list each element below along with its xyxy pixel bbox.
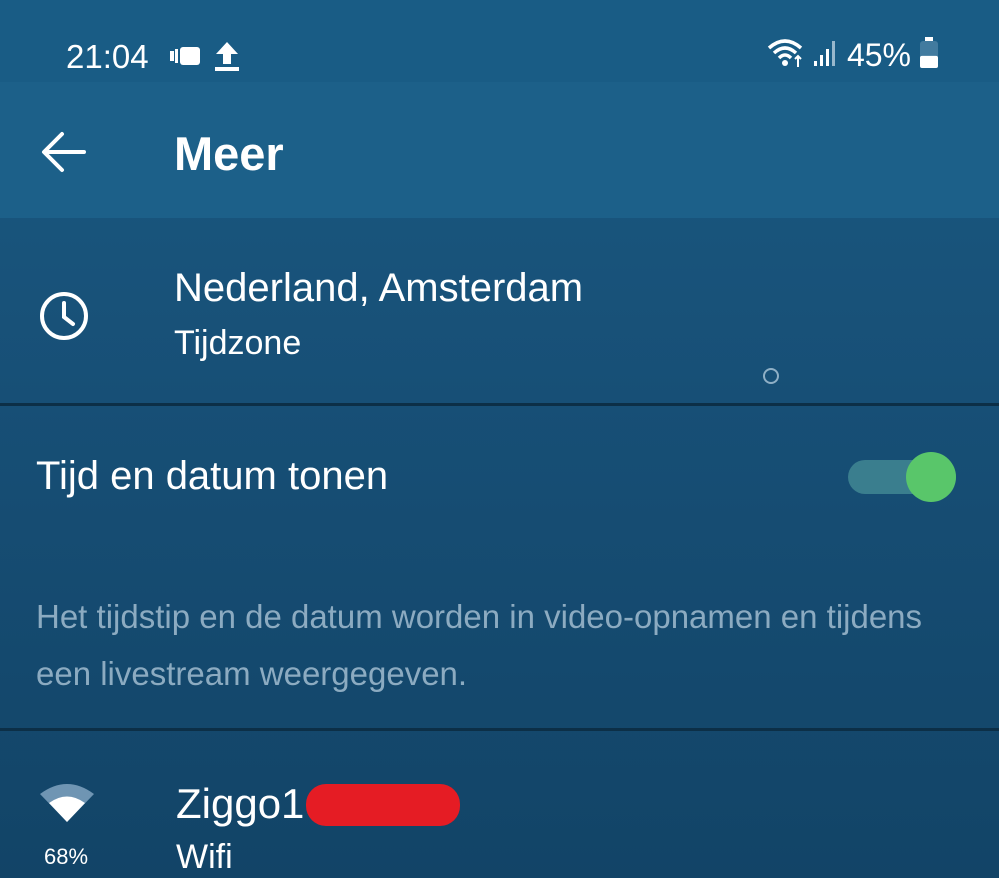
- wifi-network-name: Ziggo1: [176, 780, 305, 827]
- battery-percent: 45%: [846, 37, 911, 73]
- battery-icon: [919, 37, 939, 74]
- show-time-date-row: Tijd en datum tonen Het tijdstip en de d…: [0, 406, 999, 728]
- wifi-label: Wifi: [176, 838, 233, 876]
- timezone-row[interactable]: Nederland, Amsterdam Tijdzone: [0, 218, 999, 404]
- timezone-value: Nederland, Amsterdam: [174, 266, 584, 310]
- arrow-left-icon: [40, 132, 88, 178]
- status-time: 21:04: [66, 38, 149, 75]
- wifi-signal-percent: 68%: [44, 844, 89, 869]
- redaction-mark: [306, 784, 460, 826]
- timezone-label: Tijdzone: [174, 324, 302, 362]
- app-bar: Meer: [0, 82, 999, 218]
- page-title: Meer: [174, 127, 284, 180]
- clock-icon: [38, 290, 90, 347]
- status-bar: 21:04 45%: [0, 0, 999, 82]
- divider: [0, 728, 999, 731]
- indicator-dot: [763, 368, 779, 384]
- wifi-status-icon: [767, 38, 805, 73]
- show-time-date-label: Tijd en datum tonen: [36, 454, 389, 498]
- message-icon: [170, 45, 200, 72]
- status-left-icons: [170, 40, 240, 77]
- status-right-icons: 45%: [767, 37, 939, 74]
- wifi-row[interactable]: 68% Ziggo1 Wifi: [0, 732, 999, 878]
- back-button[interactable]: [40, 130, 88, 174]
- show-time-date-toggle[interactable]: [848, 452, 956, 502]
- show-time-date-description: Het tijdstip en de datum worden in video…: [36, 598, 923, 692]
- signal-icon: [813, 39, 839, 72]
- wifi-icon: [38, 784, 96, 829]
- upload-icon: [214, 40, 240, 77]
- toggle-thumb: [906, 452, 956, 502]
- battery-level-fill: [920, 55, 938, 68]
